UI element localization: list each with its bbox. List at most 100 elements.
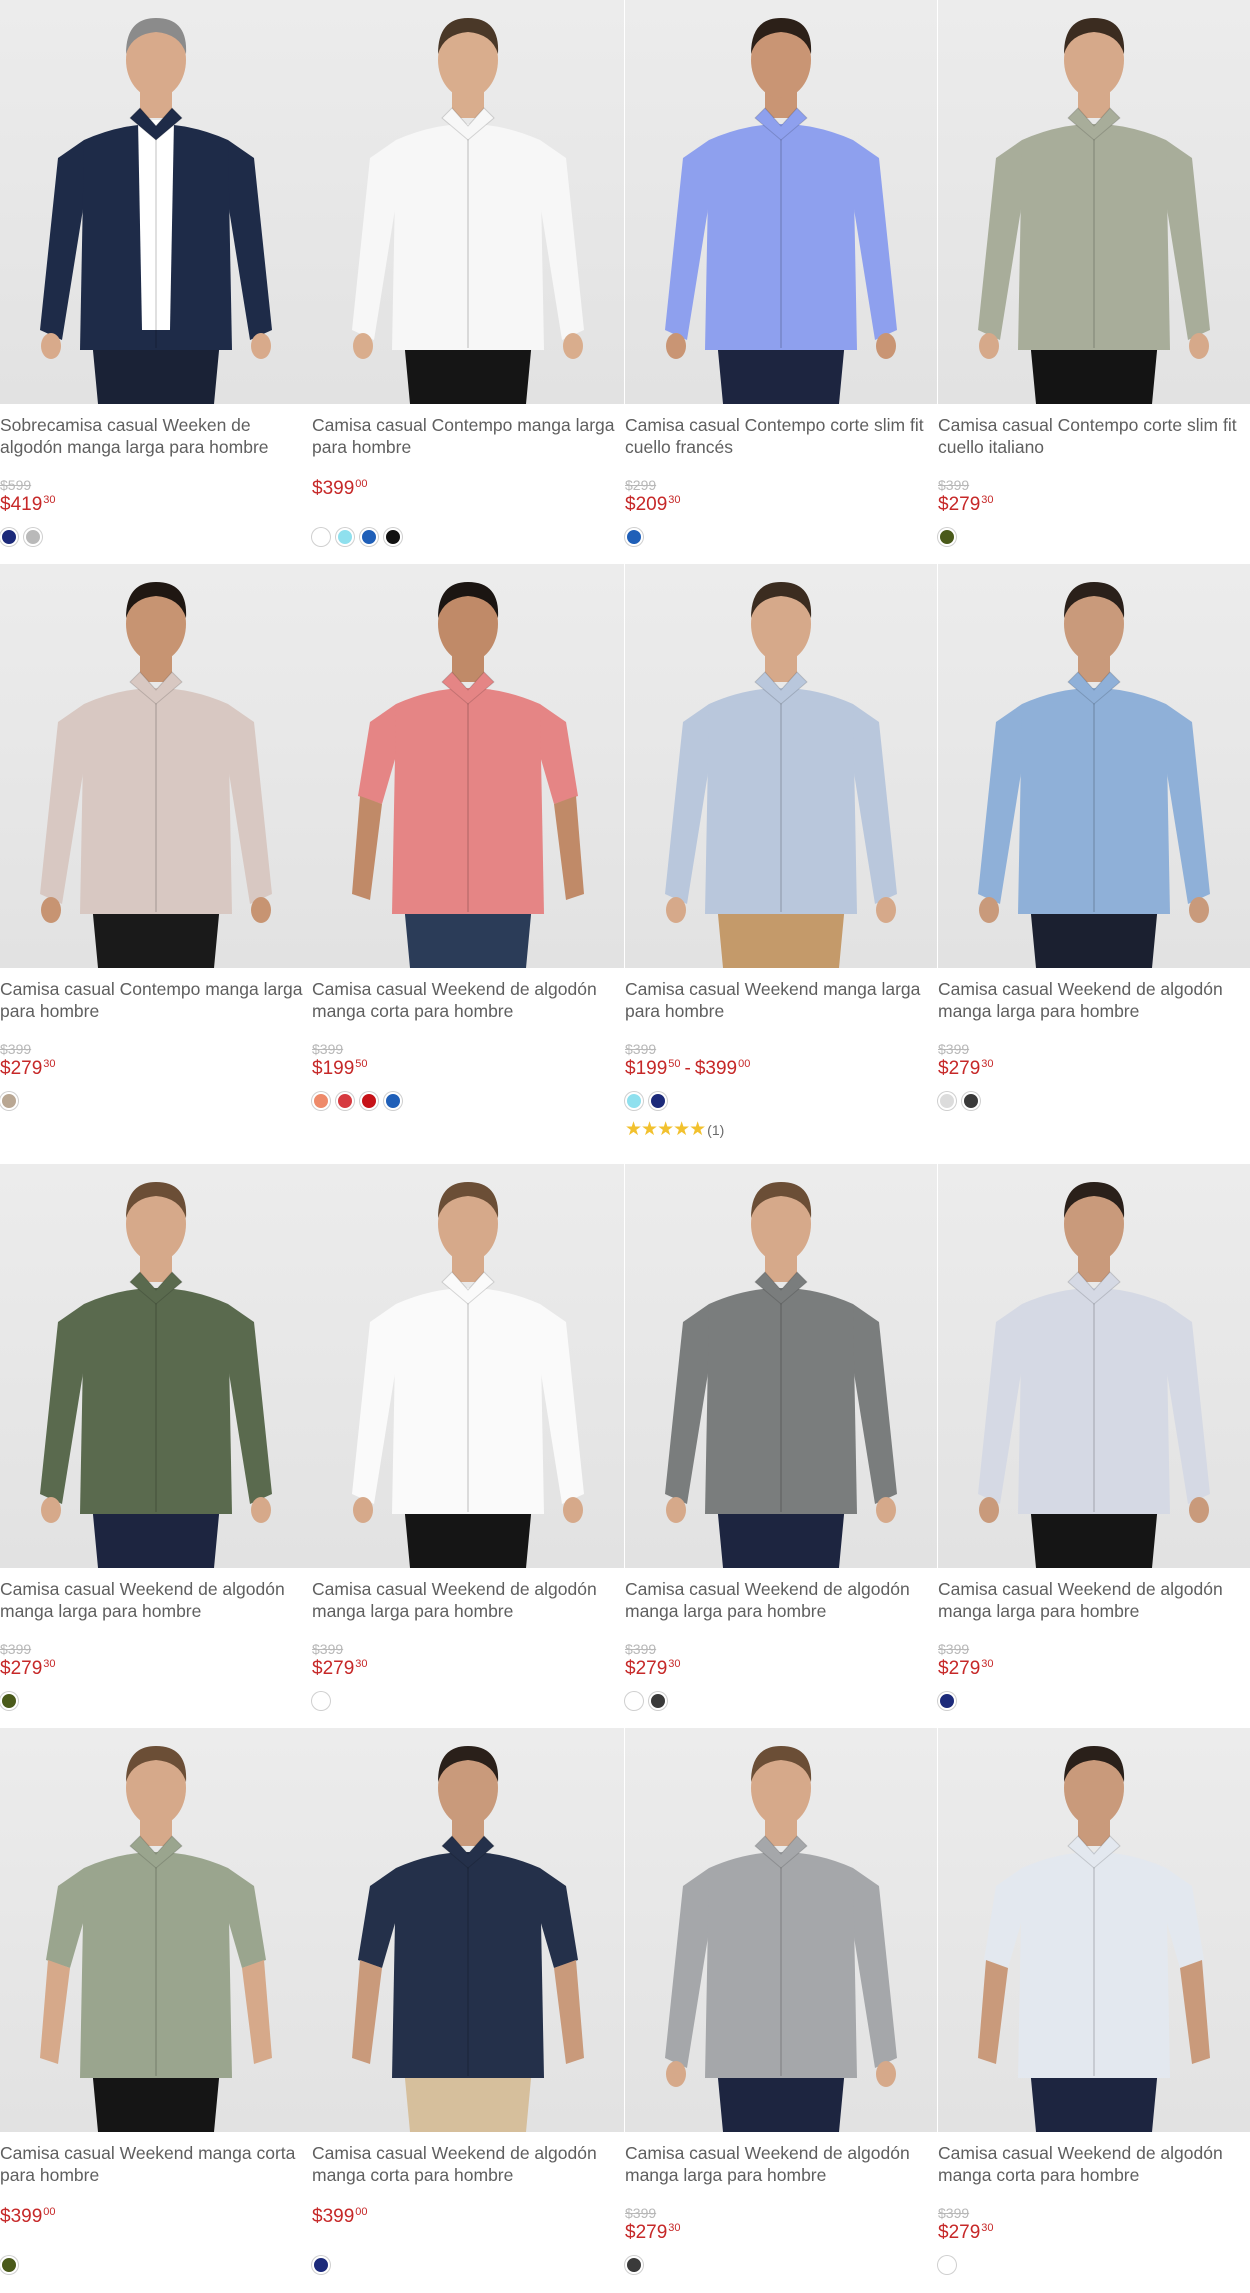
price-block: $399 $27930 [0, 1042, 312, 1084]
rating[interactable]: ★★★★★ (1) [625, 1120, 937, 1140]
product-card[interactable]: Camisa casual Weekend de algodón manga l… [312, 1164, 624, 1712]
product-title[interactable]: Camisa casual Weekend de algodón manga c… [312, 978, 624, 1022]
price-integer: $279 [938, 494, 981, 515]
product-title[interactable]: Camisa casual Weekend manga larga para h… [625, 978, 937, 1022]
product-image[interactable] [312, 0, 624, 404]
product-card[interactable]: Camisa casual Weekend de algodón manga c… [312, 1728, 624, 2276]
product-card[interactable]: Camisa casual Contempo manga larga para … [312, 0, 624, 548]
price-block: $399 $27930 [938, 1042, 1250, 1084]
color-swatch[interactable] [312, 528, 330, 546]
product-title[interactable]: Camisa casual Weekend de algodón manga c… [938, 2142, 1250, 2186]
product-image[interactable] [312, 1164, 624, 1568]
current-price: $27930 [0, 1058, 312, 1082]
color-swatch[interactable] [336, 528, 354, 546]
color-swatch[interactable] [312, 2256, 330, 2274]
price-block: $399 $27930 [312, 1642, 624, 1684]
product-image[interactable] [938, 1164, 1250, 1568]
price-max-integer: $399 [694, 1058, 738, 1079]
product-image[interactable] [625, 1728, 937, 2132]
product-title[interactable]: Camisa casual Weekend de algodón manga l… [938, 978, 1250, 1022]
product-title[interactable]: Camisa casual Contempo corte slim fit cu… [625, 414, 937, 458]
product-title[interactable]: Camisa casual Weekend de algodón manga l… [625, 1578, 937, 1622]
price-cents: 30 [668, 1658, 681, 1670]
color-swatch[interactable] [962, 1092, 980, 1110]
product-image[interactable] [625, 1164, 937, 1568]
product-title[interactable]: Camisa casual Weekend manga corta para h… [0, 2142, 312, 2186]
color-swatches [938, 2254, 1250, 2276]
product-card[interactable]: Camisa casual Weekend de algodón manga l… [0, 1164, 312, 1712]
price-max-cents: 00 [738, 1058, 751, 1070]
color-swatch[interactable] [360, 528, 378, 546]
color-swatch[interactable] [384, 1092, 402, 1110]
price-block: $39900 [312, 2206, 624, 2248]
product-card[interactable]: Camisa casual Contempo corte slim fit cu… [938, 0, 1250, 548]
product-image[interactable] [0, 1728, 312, 2132]
color-swatch[interactable] [625, 1692, 643, 1710]
color-swatch[interactable] [938, 528, 956, 546]
product-image[interactable] [0, 1164, 312, 1568]
color-swatch[interactable] [938, 1092, 956, 1110]
product-image[interactable] [0, 564, 312, 968]
color-swatches [0, 526, 312, 548]
product-title[interactable]: Camisa casual Weekend de algodón manga l… [0, 1578, 312, 1622]
price-block: $399 $27930 [938, 1642, 1250, 1684]
price-integer: $279 [625, 2222, 668, 2243]
product-title[interactable]: Camisa casual Weekend de algodón manga l… [312, 1578, 624, 1622]
original-price: $399 [625, 2205, 657, 2221]
product-title[interactable]: Camisa casual Contempo corte slim fit cu… [938, 414, 1250, 458]
price-cents: 30 [668, 2222, 681, 2234]
color-swatch[interactable] [938, 1692, 956, 1710]
product-card[interactable]: Camisa casual Weekend de algodón manga c… [938, 1728, 1250, 2276]
color-swatch[interactable] [0, 528, 18, 546]
color-swatch[interactable] [625, 528, 643, 546]
product-card[interactable]: Camisa casual Weekend de algodón manga l… [625, 1728, 937, 2276]
current-price: $39900 [312, 2206, 624, 2230]
product-card[interactable]: Camisa casual Weekend de algodón manga c… [312, 564, 624, 1112]
product-card[interactable]: Camisa casual Contempo manga larga para … [0, 564, 312, 1112]
product-title[interactable]: Camisa casual Weekend de algodón manga l… [938, 1578, 1250, 1622]
product-card[interactable]: Camisa casual Contempo corte slim fit cu… [625, 0, 937, 548]
product-image[interactable] [625, 0, 937, 404]
product-image[interactable] [938, 0, 1250, 404]
product-card[interactable]: Camisa casual Weekend de algodón manga l… [938, 1164, 1250, 1712]
price-block: $399 $27930 [625, 1642, 937, 1684]
original-price: $399 [312, 1641, 344, 1657]
product-image[interactable] [938, 564, 1250, 968]
price-integer: $279 [938, 1658, 981, 1679]
current-price: $27930 [938, 1058, 1250, 1082]
original-price: $399 [625, 1041, 657, 1057]
color-swatch[interactable] [336, 1092, 354, 1110]
color-swatch[interactable] [938, 2256, 956, 2274]
product-title[interactable]: Camisa casual Weekend de algodón manga l… [625, 2142, 937, 2186]
color-swatch[interactable] [625, 1092, 643, 1110]
product-card[interactable]: Sobrecamisa casual Weeken de algodón man… [0, 0, 312, 548]
color-swatch[interactable] [0, 2256, 18, 2274]
color-swatches [0, 2254, 312, 2276]
product-image[interactable] [625, 564, 937, 968]
product-title[interactable]: Camisa casual Weekend de algodón manga c… [312, 2142, 624, 2186]
color-swatch[interactable] [0, 1692, 18, 1710]
product-title[interactable]: Sobrecamisa casual Weeken de algodón man… [0, 414, 312, 458]
color-swatch[interactable] [360, 1092, 378, 1110]
color-swatch[interactable] [649, 1692, 667, 1710]
product-title[interactable]: Camisa casual Contempo manga larga para … [0, 978, 312, 1022]
color-swatch[interactable] [625, 2256, 643, 2274]
product-image[interactable] [312, 564, 624, 968]
price-integer: $419 [0, 494, 43, 515]
product-title[interactable]: Camisa casual Contempo manga larga para … [312, 414, 624, 458]
product-card[interactable]: Camisa casual Weekend de algodón manga l… [625, 1164, 937, 1712]
product-card[interactable]: Camisa casual Weekend manga larga para h… [625, 564, 937, 1140]
product-card[interactable]: Camisa casual Weekend manga corta para h… [0, 1728, 312, 2276]
color-swatch[interactable] [312, 1692, 330, 1710]
product-card[interactable]: Camisa casual Weekend de algodón manga l… [938, 564, 1250, 1112]
color-swatch[interactable] [649, 1092, 667, 1110]
product-image[interactable] [312, 1728, 624, 2132]
color-swatch[interactable] [312, 1092, 330, 1110]
price-cents: 30 [43, 1658, 56, 1670]
color-swatch[interactable] [24, 528, 42, 546]
product-image[interactable] [938, 1728, 1250, 2132]
product-image[interactable] [0, 0, 312, 404]
color-swatch[interactable] [384, 528, 402, 546]
price-integer: $209 [625, 494, 668, 515]
color-swatch[interactable] [0, 1092, 18, 1110]
